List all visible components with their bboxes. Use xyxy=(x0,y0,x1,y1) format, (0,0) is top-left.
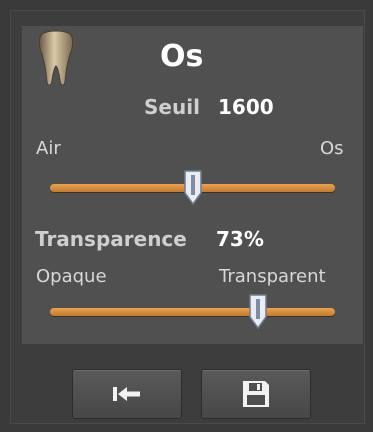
transparency-slider-track[interactable] xyxy=(50,308,335,316)
transparency-label: Transparence xyxy=(35,227,187,251)
floppy-disk-icon xyxy=(243,381,269,407)
transparency-max-label: Transparent xyxy=(219,266,326,287)
threshold-label: Seuil xyxy=(144,95,200,119)
threshold-max-label: Os xyxy=(320,138,344,159)
reset-button[interactable] xyxy=(72,369,182,419)
back-to-start-icon xyxy=(113,387,140,401)
tissue-title: Os xyxy=(160,39,204,74)
threshold-min-label: Air xyxy=(36,138,61,159)
threshold-slider-thumb[interactable] xyxy=(183,169,203,207)
threshold-value: 1600 xyxy=(218,95,274,119)
tooth-icon xyxy=(38,30,74,86)
save-button[interactable] xyxy=(201,369,311,419)
transparency-value: 73% xyxy=(216,227,264,251)
transparency-min-label: Opaque xyxy=(36,266,107,287)
transparency-slider-thumb[interactable] xyxy=(248,293,268,331)
